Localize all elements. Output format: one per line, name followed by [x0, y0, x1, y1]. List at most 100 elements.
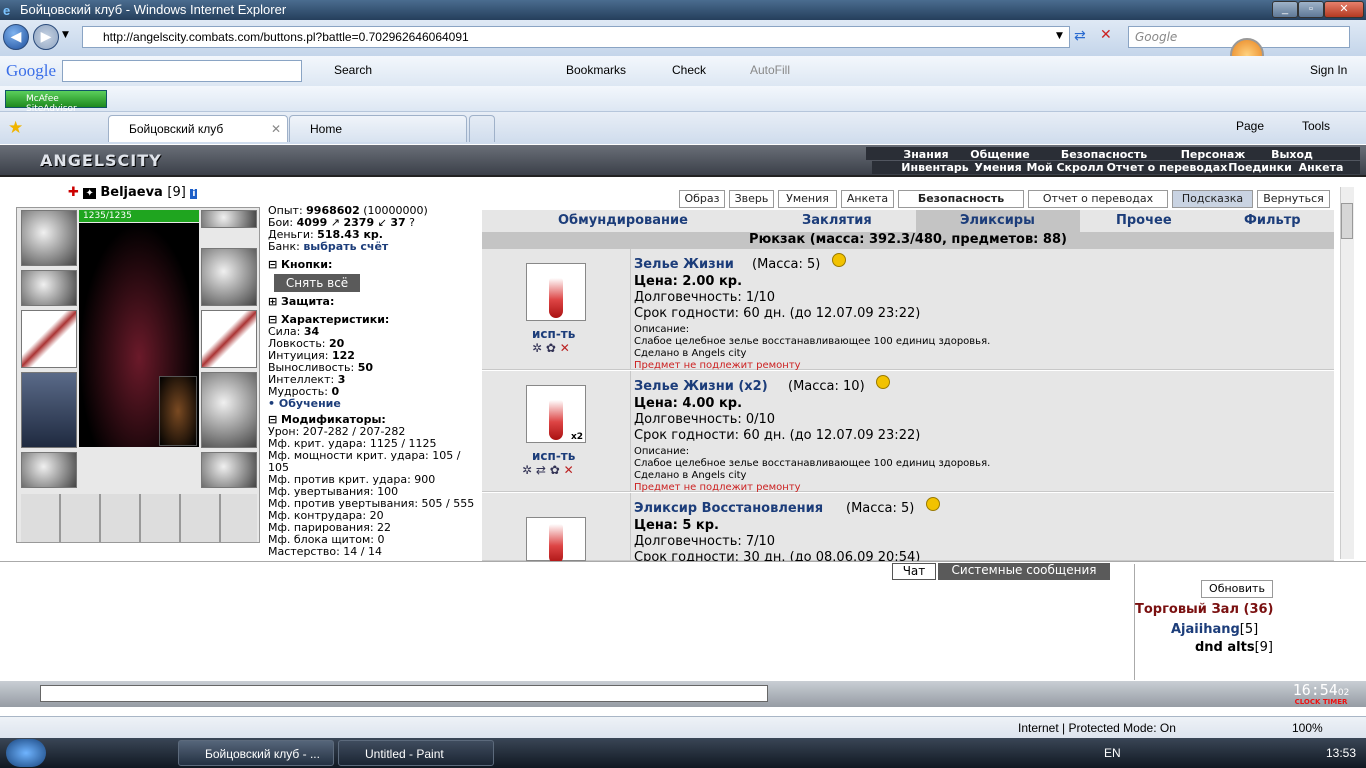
weapon-left-slot[interactable]	[21, 310, 77, 368]
bank-link[interactable]: выбрать счёт	[303, 240, 388, 253]
armor-slot[interactable]	[21, 372, 77, 448]
item-name[interactable]: Зелье Жизни	[634, 257, 734, 272]
tab-other[interactable]: Прочее	[1116, 213, 1172, 228]
item-expiry: Срок годности: 60 дн. (до 12.07.09 23:22…	[634, 428, 921, 443]
address-bar: ◀ ▶ ▼ http://angelscity.combats.com/butt…	[0, 20, 1366, 72]
button-security[interactable]: Безопасность	[898, 190, 1024, 208]
info-icon[interactable]: i	[190, 189, 198, 199]
user-entry[interactable]: Ajaiihang[5]	[1171, 622, 1258, 637]
tab-equipment[interactable]: Обмундирование	[558, 213, 688, 228]
use-link[interactable]: исп-ть	[532, 327, 575, 341]
taskbar-item[interactable]: Бойцовский клуб - ...	[178, 740, 334, 766]
minimize-button[interactable]: _	[1272, 1, 1298, 18]
google-search-input[interactable]	[62, 60, 302, 82]
weapon-right-slot[interactable]	[201, 310, 257, 368]
start-button[interactable]	[6, 739, 46, 767]
remove-all-button[interactable]: Снять всё	[274, 274, 360, 292]
dropdown-icon[interactable]: ▼	[62, 30, 69, 40]
taskbar-item[interactable]: Untitled - Paint	[338, 740, 494, 766]
item-divider	[630, 493, 631, 561]
sub-menu-item[interactable]: Анкета	[1294, 161, 1348, 174]
chat-tab[interactable]: Чат	[892, 563, 936, 580]
clock-label[interactable]: CLOCK	[1295, 698, 1321, 706]
pet-image[interactable]	[159, 376, 197, 446]
stop-icon[interactable]: ✕	[1100, 27, 1112, 43]
helmet-slot[interactable]	[21, 210, 77, 266]
item-made: Сделано в Angels city	[634, 470, 747, 481]
button-pet[interactable]: Зверь	[729, 190, 774, 208]
button-image[interactable]: Образ	[679, 190, 725, 208]
system-messages-tab[interactable]: Системные сообщения	[938, 563, 1110, 580]
search-button[interactable]: Search	[334, 63, 372, 77]
gloves-slot[interactable]	[201, 248, 257, 306]
top-menu-item[interactable]: Общение	[966, 148, 1034, 161]
tab-elixirs[interactable]: Эликсиры	[960, 213, 1035, 228]
item-image[interactable]: x2	[526, 385, 586, 443]
autofill-button[interactable]: AutoFill	[750, 63, 790, 77]
url-dropdown-icon[interactable]: ▼	[1056, 31, 1063, 41]
tab-filter[interactable]: Фильтр	[1244, 213, 1301, 228]
item-name[interactable]: Зелье Жизни (x2)	[634, 379, 768, 394]
tools-menu[interactable]: Tools	[1302, 119, 1330, 133]
sub-menu-item[interactable]: Отчет о переводах	[1106, 161, 1228, 174]
bracers-slot[interactable]	[21, 270, 77, 306]
section-defense[interactable]: ⊞ Защита:	[268, 296, 478, 308]
tab-spells[interactable]: Заклятия	[802, 213, 872, 228]
section-buttons[interactable]: ⊟ Кнопки:	[268, 259, 478, 271]
top-menu-item[interactable]: Знания	[896, 148, 956, 161]
item-image[interactable]	[526, 517, 586, 561]
refresh-button[interactable]: Обновить	[1201, 580, 1273, 598]
use-link[interactable]: исп-ть	[532, 449, 575, 463]
legs-slot[interactable]	[201, 372, 257, 448]
item-action-icons[interactable]: ✲ ✿ ✕	[532, 341, 570, 355]
button-skills[interactable]: Умения	[778, 190, 837, 208]
top-menu-item[interactable]: Безопасность	[1056, 148, 1152, 161]
item-image[interactable]	[526, 263, 586, 321]
back-button[interactable]: ◀	[3, 24, 29, 50]
char-doll: 1235/1235	[16, 207, 260, 543]
rings-slot[interactable]	[201, 210, 257, 228]
maximize-button[interactable]: ▫	[1298, 1, 1324, 18]
bookmarks-button[interactable]: Bookmarks	[566, 63, 626, 77]
close-button[interactable]: ✕	[1324, 1, 1364, 18]
sub-menu-item[interactable]: Инвентарь	[900, 161, 970, 174]
new-tab-button[interactable]	[469, 115, 495, 142]
button-profile[interactable]: Анкета	[841, 190, 894, 208]
tab-close-icon[interactable]: ✕	[271, 122, 281, 136]
chat-input[interactable]	[40, 685, 768, 702]
button-return[interactable]: Вернуться	[1257, 190, 1330, 208]
button-hint[interactable]: Подсказка	[1172, 190, 1253, 208]
refresh-icon[interactable]: ⇄	[1074, 28, 1086, 44]
page-menu[interactable]: Page	[1236, 119, 1264, 133]
char-name[interactable]: Beljaeva	[100, 185, 162, 200]
scrollbar[interactable]	[1340, 187, 1354, 559]
mcafee-siteadvisor-button[interactable]: McAfee SiteAdvisor	[5, 90, 107, 114]
tab-home[interactable]: Home	[289, 115, 467, 142]
tab-active-label: Бойцовский клуб	[129, 122, 224, 136]
sub-menu-item[interactable]: Мой Скролл	[1026, 161, 1104, 174]
tray-clock[interactable]: 13:53	[1326, 746, 1356, 760]
training-link[interactable]: • Обучение	[268, 398, 478, 410]
tab-active[interactable]: Бойцовский клуб ✕	[108, 115, 288, 142]
check-button[interactable]: Check	[672, 63, 706, 77]
signin-button[interactable]: Sign In	[1310, 63, 1347, 77]
timer-label[interactable]: TIMER	[1323, 698, 1348, 706]
belt-slot[interactable]	[21, 452, 77, 488]
forward-button[interactable]: ▶	[33, 24, 59, 50]
favorites-star-icon[interactable]: ★	[8, 118, 23, 138]
user-entry[interactable]: dnd alts[9]	[1195, 640, 1273, 655]
item-action-icons[interactable]: ✲ ⇄ ✿ ✕	[522, 463, 574, 477]
boots-slot[interactable]	[201, 452, 257, 488]
url-input[interactable]: http://angelscity.combats.com/buttons.pl…	[82, 26, 1070, 48]
button-transfers[interactable]: Отчет о переводах	[1028, 190, 1168, 208]
sub-menu-item[interactable]: Поединки	[1228, 161, 1292, 174]
top-menu-item[interactable]: Персонаж	[1176, 148, 1250, 161]
sub-menu-item[interactable]: Умения	[972, 161, 1024, 174]
zoom-level[interactable]: 100%	[1292, 721, 1323, 735]
item-name[interactable]: Эликсир Восстановления	[634, 501, 823, 516]
top-menu-item[interactable]: Выход	[1266, 148, 1318, 161]
game-toolbar: 16:5402 CLOCK TIMER	[0, 681, 1366, 707]
language-indicator[interactable]: EN	[1104, 746, 1121, 760]
scrollbar-thumb[interactable]	[1341, 203, 1353, 239]
scroll-slots[interactable]	[21, 494, 257, 542]
